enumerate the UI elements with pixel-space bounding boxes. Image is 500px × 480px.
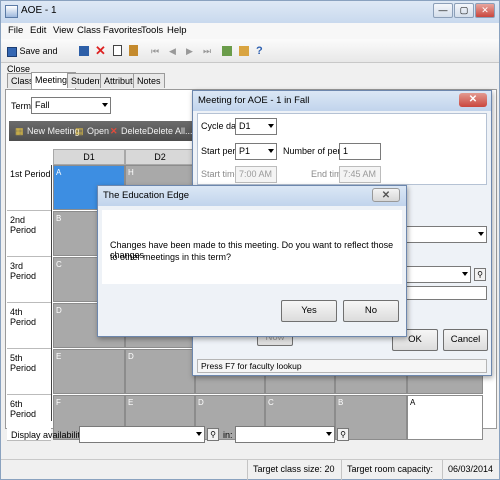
meeting-actions-bar: ▦ New Meeting ▤ Open ✕ Delete Delete All… — [9, 121, 193, 141]
faculty-lookup-hint: Press F7 for faculty lookup — [197, 359, 487, 373]
new-meeting-icon: ▦ — [15, 126, 24, 136]
first-record-icon[interactable]: ⏮ — [151, 42, 159, 60]
close-icon[interactable]: ✕ — [459, 93, 487, 107]
prev-record-icon[interactable]: ◀ — [169, 42, 176, 60]
edit-icon[interactable] — [239, 42, 249, 60]
cycle-day-select[interactable]: D1 — [235, 118, 277, 135]
confirm-dialog-title: The Education Edge — [98, 186, 406, 206]
menu-bar: File Edit View Class Favorites Tools Hel… — [1, 23, 499, 39]
schedule-cell[interactable]: D — [125, 349, 195, 394]
save-icon — [7, 46, 17, 57]
meeting-dialog-title: Meeting for AOE - 1 in Fall — [193, 91, 491, 111]
toolbar: Save and Close ✕ ⏮ ◀ ▶ ⏭ ? — [1, 39, 499, 74]
report-icon[interactable] — [222, 42, 232, 60]
menu-view[interactable]: View — [53, 25, 73, 36]
chevron-down-icon — [462, 272, 468, 276]
no-button[interactable]: No — [343, 300, 399, 322]
row-label: 2nd Period — [7, 211, 51, 257]
menu-class[interactable]: Class — [77, 25, 101, 36]
menu-help[interactable]: Help — [167, 25, 187, 36]
window-title: AOE - 1 — [21, 5, 57, 16]
start-time-input[interactable]: 7:00 AM — [235, 166, 277, 183]
help-icon[interactable]: ? — [256, 42, 263, 60]
term-select[interactable]: Fall — [31, 97, 111, 114]
open-icon: ▤ — [75, 126, 84, 136]
schedule-cell[interactable]: A — [407, 395, 483, 440]
grid-divider — [51, 165, 52, 421]
cancel-button[interactable]: Cancel — [443, 329, 488, 351]
menu-favorites[interactable]: Favorites — [103, 25, 142, 36]
tab-notes[interactable]: Notes — [133, 73, 165, 88]
close-button[interactable]: ✕ — [475, 3, 495, 18]
maximize-button[interactable]: ▢ — [454, 3, 474, 18]
chevron-down-icon — [102, 103, 108, 107]
last-record-icon[interactable]: ⏭ — [203, 42, 211, 60]
delete-all-button[interactable]: Delete All... — [147, 121, 193, 141]
chevron-down-icon — [268, 149, 274, 153]
page-icon[interactable] — [113, 42, 122, 60]
num-periods-input[interactable]: 1 — [339, 143, 381, 160]
status-date: 06/03/2014 — [442, 460, 499, 480]
in-label: in: — [223, 430, 233, 440]
room-select[interactable] — [403, 266, 471, 283]
next-record-icon[interactable]: ▶ — [186, 42, 193, 60]
status-room-capacity: Target room capacity: N/A — [341, 460, 441, 480]
in-select[interactable] — [235, 426, 335, 443]
app-icon — [5, 5, 18, 18]
row-label: 1st Period — [7, 165, 51, 211]
chevron-down-icon — [268, 124, 274, 128]
confirm-message-line2: to other meetings in this term? — [110, 252, 232, 262]
chevron-down-icon — [478, 232, 484, 236]
column-header-d1: D1 — [53, 149, 125, 165]
binoculars-icon[interactable]: ⚲ — [337, 428, 349, 441]
term-value: Fall — [35, 100, 50, 110]
room-detail-field — [403, 286, 487, 300]
status-class-size: Target class size: 20 — [247, 460, 340, 480]
column-header-d2: D2 — [125, 149, 195, 165]
schedule-cell[interactable]: E — [53, 349, 125, 394]
teacher-select[interactable] — [403, 226, 487, 243]
row-label: 3rd Period — [7, 257, 51, 303]
status-bar: Target class size: 20 Target room capaci… — [1, 459, 499, 480]
open-button[interactable]: Open — [87, 121, 109, 141]
save-close-button[interactable]: Save and Close — [7, 42, 75, 74]
title-bar: AOE - 1 — ▢ ✕ — [1, 1, 499, 23]
start-period-value: P1 — [239, 146, 251, 156]
yes-button[interactable]: Yes — [281, 300, 337, 322]
new-meeting-button[interactable]: New Meeting — [27, 121, 80, 141]
row-label: 4th Period — [7, 303, 51, 349]
menu-edit[interactable]: Edit — [30, 25, 46, 36]
row-label: 5th Period — [7, 349, 51, 395]
delete-button[interactable]: Delete — [121, 121, 147, 141]
delete-meeting-icon: ✕ — [110, 126, 118, 136]
chevron-down-icon — [196, 432, 202, 436]
end-time-input[interactable]: 7:45 AM — [339, 166, 381, 183]
menu-file[interactable]: File — [8, 25, 23, 36]
availability-select[interactable] — [79, 426, 205, 443]
menu-tools[interactable]: Tools — [141, 25, 163, 36]
confirm-dialog: The Education Edge ✕ Changes have been m… — [97, 185, 407, 337]
floppy-icon[interactable] — [79, 42, 89, 60]
binoculars-icon[interactable]: ⚲ — [207, 428, 219, 441]
notes-icon[interactable] — [129, 42, 138, 60]
close-icon[interactable]: ✕ — [372, 188, 400, 202]
start-period-select[interactable]: P1 — [235, 143, 277, 160]
cycle-day-value: D1 — [239, 121, 251, 131]
minimize-button[interactable]: — — [433, 3, 453, 18]
binoculars-icon[interactable]: ⚲ — [474, 268, 486, 281]
delete-icon[interactable]: ✕ — [95, 42, 106, 60]
chevron-down-icon — [326, 432, 332, 436]
